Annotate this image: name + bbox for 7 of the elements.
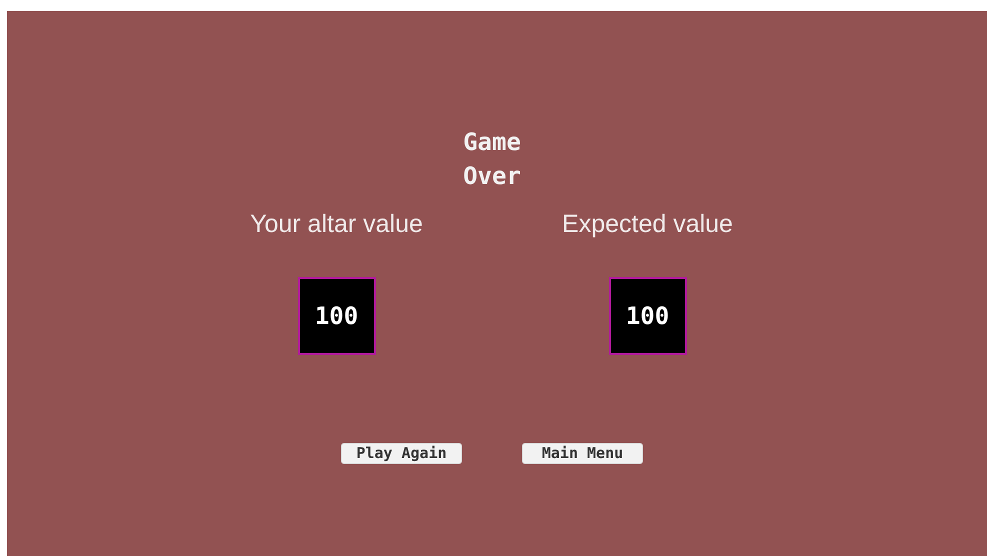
game-over-title: Game Over (463, 127, 521, 192)
score-label: Expected value (562, 209, 733, 240)
value-display: 100 (608, 277, 686, 355)
value-display: 100 (298, 277, 376, 355)
score-label: Your altar value (250, 209, 423, 240)
menu-button[interactable]: Main Menu (522, 443, 643, 464)
menu-button[interactable]: Play Again (341, 443, 462, 464)
